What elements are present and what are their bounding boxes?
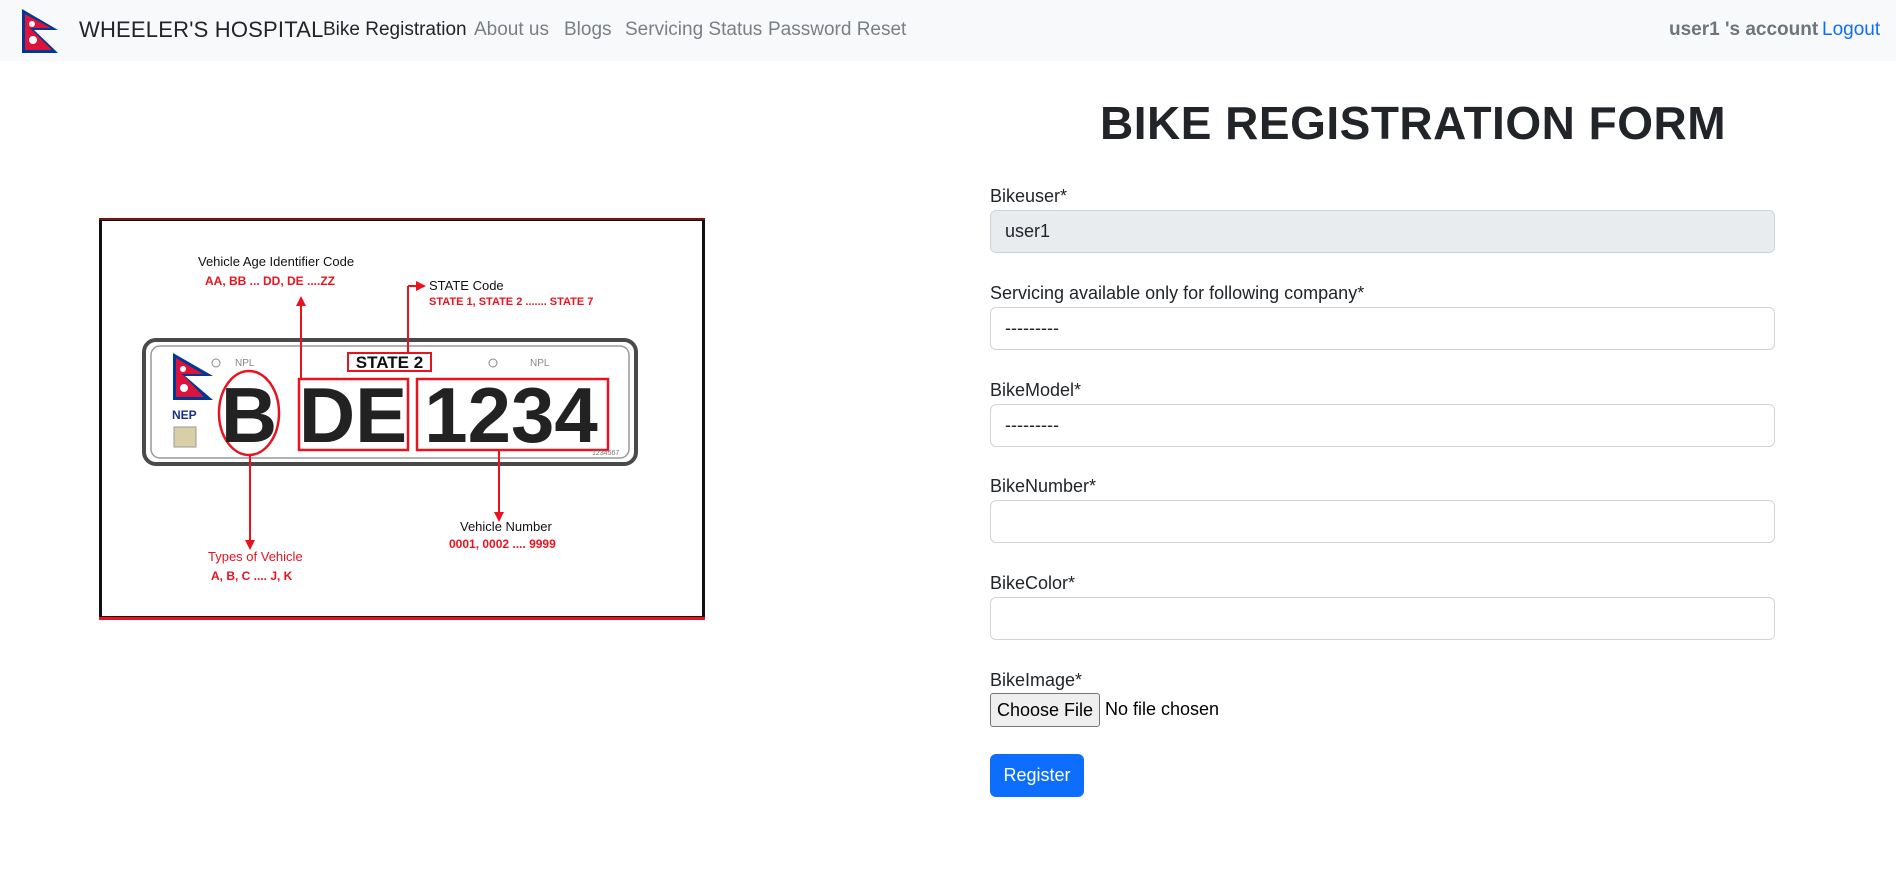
plate-hologram bbox=[173, 426, 197, 448]
logout-link[interactable]: Logout bbox=[1822, 19, 1880, 41]
types-values: A, B, C .... J, K bbox=[211, 569, 293, 583]
nav-password-reset[interactable]: Password Reset bbox=[768, 19, 906, 41]
number-plate-diagram: NEP NPL NPL STATE 2 B DE 1234 1234567 Ve… bbox=[99, 218, 705, 620]
bikeuser-field[interactable] bbox=[990, 210, 1775, 253]
bikeuser-label: Bikeuser* bbox=[990, 186, 1068, 206]
age-code-values: AA, BB ... DD, DE ....ZZ bbox=[205, 274, 335, 288]
state-code-values: STATE 1, STATE 2 ....... STATE 7 bbox=[429, 296, 593, 308]
vehicle-number-values: 0001, 0002 .... 9999 bbox=[449, 537, 556, 551]
company-select[interactable]: --------- bbox=[990, 307, 1775, 350]
bike-number-label: BikeNumber* bbox=[990, 476, 1097, 496]
age-code-title: Vehicle Age Identifier Code bbox=[198, 254, 354, 269]
file-status: No file chosen bbox=[1105, 699, 1220, 719]
bike-model-label: BikeModel* bbox=[990, 380, 1082, 400]
company-label: Servicing available only for following c… bbox=[990, 283, 1365, 303]
bike-color-label: BikeColor* bbox=[990, 573, 1076, 593]
types-title: Types of Vehicle bbox=[208, 549, 303, 564]
nepal-flag-icon[interactable] bbox=[21, 8, 61, 54]
nav-about-us[interactable]: About us bbox=[474, 19, 549, 41]
brand-name[interactable]: WHEELER'S HOSPITAL bbox=[79, 17, 324, 43]
bike-image-label: BikeImage* bbox=[990, 670, 1083, 690]
nav-bike-registration[interactable]: Bike Registration bbox=[323, 19, 467, 41]
plate-letter: B bbox=[221, 371, 277, 459]
plate-npl-1: NPL bbox=[235, 358, 255, 369]
nav-servicing-status[interactable]: Servicing Status bbox=[625, 19, 762, 41]
state-code-title: STATE Code bbox=[429, 278, 504, 293]
bike-model-select-value: --------- bbox=[1005, 415, 1059, 435]
register-button[interactable]: Register bbox=[990, 754, 1084, 797]
bike-model-select[interactable]: --------- bbox=[990, 404, 1775, 447]
plate-state: STATE 2 bbox=[356, 353, 423, 372]
company-select-value: --------- bbox=[1005, 318, 1059, 338]
nav-blogs[interactable]: Blogs bbox=[564, 19, 612, 41]
plate-nep: NEP bbox=[172, 408, 197, 422]
vehicle-number-title: Vehicle Number bbox=[460, 519, 552, 534]
form-title: BIKE REGISTRATION FORM bbox=[1100, 97, 1727, 149]
bike-number-input[interactable] bbox=[990, 500, 1775, 543]
bike-color-input[interactable] bbox=[990, 597, 1775, 640]
plate-npl-2: NPL bbox=[530, 358, 550, 369]
plate-serial: 1234567 bbox=[592, 450, 619, 457]
plate-code: DE bbox=[299, 371, 407, 459]
choose-file-button[interactable]: Choose File bbox=[990, 693, 1100, 727]
plate-number: 1234 bbox=[424, 371, 598, 459]
navbar: WHEELER'S HOSPITAL Bike Registration Abo… bbox=[0, 0, 1896, 61]
account-label: user1 's account bbox=[1669, 19, 1819, 40]
